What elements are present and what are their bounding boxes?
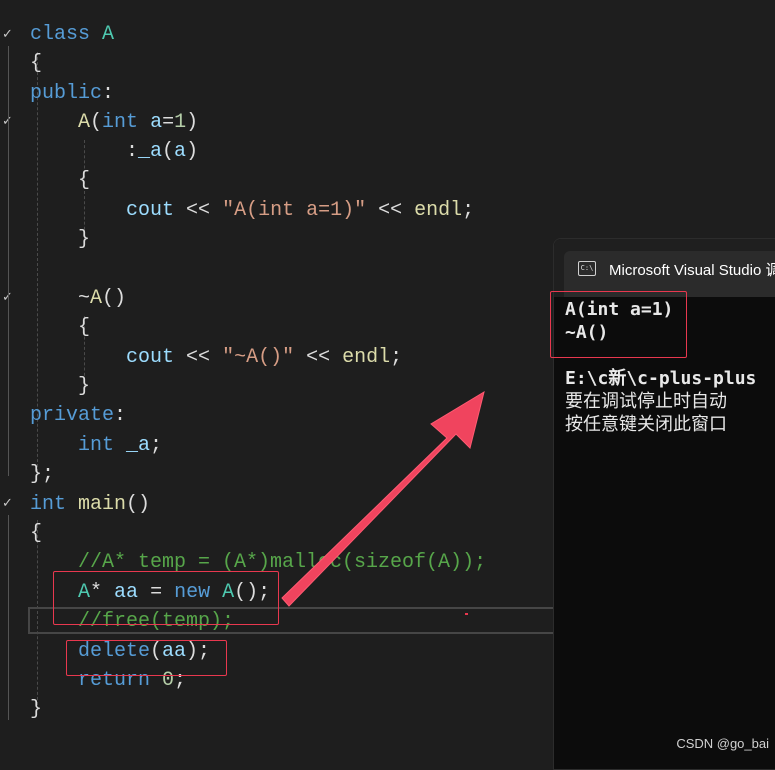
console-titlebar[interactable]: C:\ Microsoft Visual Studio 调 (554, 239, 775, 297)
code-line-5[interactable]: :_a(a) (126, 137, 198, 166)
annotation-box-output (550, 291, 687, 358)
code-line-15[interactable]: }; (30, 460, 54, 489)
fold-guide (8, 133, 9, 258)
keyword: int (102, 111, 139, 134)
annotation-box-delete (66, 640, 227, 676)
operator: << (186, 199, 211, 222)
console-message-line: 要在调试停止时自动 (565, 391, 727, 412)
string-literal: "~A()" (222, 346, 295, 369)
watermark: CSDN @go_bai (676, 736, 769, 751)
function-name: endl (342, 346, 391, 369)
number: 1 (174, 111, 187, 134)
param: a (150, 111, 163, 134)
punct: () (126, 493, 151, 516)
console-title: Microsoft Visual Studio 调 (609, 262, 775, 279)
punct: : (126, 140, 139, 163)
operator: << (378, 199, 403, 222)
brace: } (30, 698, 43, 721)
keyword: int (30, 493, 67, 516)
keyword: public (30, 82, 103, 105)
code-line-2[interactable]: { (30, 49, 42, 78)
punct: ; (150, 434, 163, 457)
code-line-12[interactable]: } (78, 372, 90, 401)
fold-chevron-icon[interactable]: ✓ (2, 28, 16, 42)
code-line-4[interactable]: A(int a=1) (78, 108, 198, 137)
string-literal: "A(int a=1)" (222, 199, 367, 222)
code-line-14[interactable]: int _a; (78, 431, 162, 460)
fold-chevron-icon[interactable]: ✓ (2, 497, 16, 511)
fold-guide (8, 46, 9, 476)
annotation-box-new (53, 571, 279, 625)
keyword: int (78, 434, 115, 457)
code-line-11[interactable]: cout << "~A()" << endl; (126, 343, 402, 372)
punct: ~ (78, 287, 91, 310)
member: _a (138, 140, 163, 163)
code-line-1[interactable]: class A (30, 20, 114, 49)
console-message-line: 按任意键关闭此窗口 (565, 414, 727, 435)
brace: { (78, 169, 91, 192)
function-name: endl (414, 199, 463, 222)
punct: ; (462, 199, 475, 222)
fold-chevron-icon[interactable]: ✓ (2, 291, 16, 305)
fold-guide (8, 515, 9, 720)
code-line-13[interactable]: private: (30, 401, 126, 430)
punct: ( (162, 140, 175, 163)
brace: } (78, 375, 91, 398)
punct: ( (90, 111, 103, 134)
code-line-3[interactable]: public: (30, 79, 114, 108)
annotation-dot (465, 613, 468, 615)
brace: } (78, 228, 91, 251)
punct: () (102, 287, 127, 310)
identifier: cout (126, 199, 175, 222)
param: a (174, 140, 187, 163)
punct: ; (390, 346, 403, 369)
brace: { (30, 522, 43, 545)
member: _a (126, 434, 151, 457)
code-line-6[interactable]: { (78, 166, 90, 195)
punct: ) (186, 111, 199, 134)
brace: { (78, 316, 91, 339)
code-line-8[interactable]: } (78, 225, 90, 254)
brace: }; (30, 463, 55, 486)
brace: { (30, 52, 43, 75)
code-line-16[interactable]: int main() (30, 490, 150, 519)
operator: << (306, 346, 331, 369)
identifier: cout (126, 346, 175, 369)
console-path-line: E:\c新\c-plus-plus (565, 368, 757, 389)
code-line-9[interactable]: ~A() (78, 284, 126, 313)
terminal-icon: C:\ (578, 261, 596, 276)
keyword: private (30, 404, 115, 427)
operator: << (186, 346, 211, 369)
fold-chevron-icon[interactable]: ✓ (2, 115, 16, 129)
code-line-7[interactable]: cout << "A(int a=1)" << endl; (126, 196, 474, 225)
function-name: A (78, 111, 91, 134)
code-line-10[interactable]: { (78, 313, 90, 342)
class-name: A (102, 23, 115, 46)
punct: = (162, 111, 175, 134)
function-name: main (78, 493, 127, 516)
code-line-23[interactable]: } (30, 695, 42, 724)
code-line-17[interactable]: { (30, 519, 42, 548)
punct: ) (186, 140, 199, 163)
punct: : (102, 82, 115, 105)
keyword: class (30, 23, 91, 46)
fold-guide (8, 309, 9, 404)
punct: : (114, 404, 127, 427)
function-name: A (90, 287, 103, 310)
